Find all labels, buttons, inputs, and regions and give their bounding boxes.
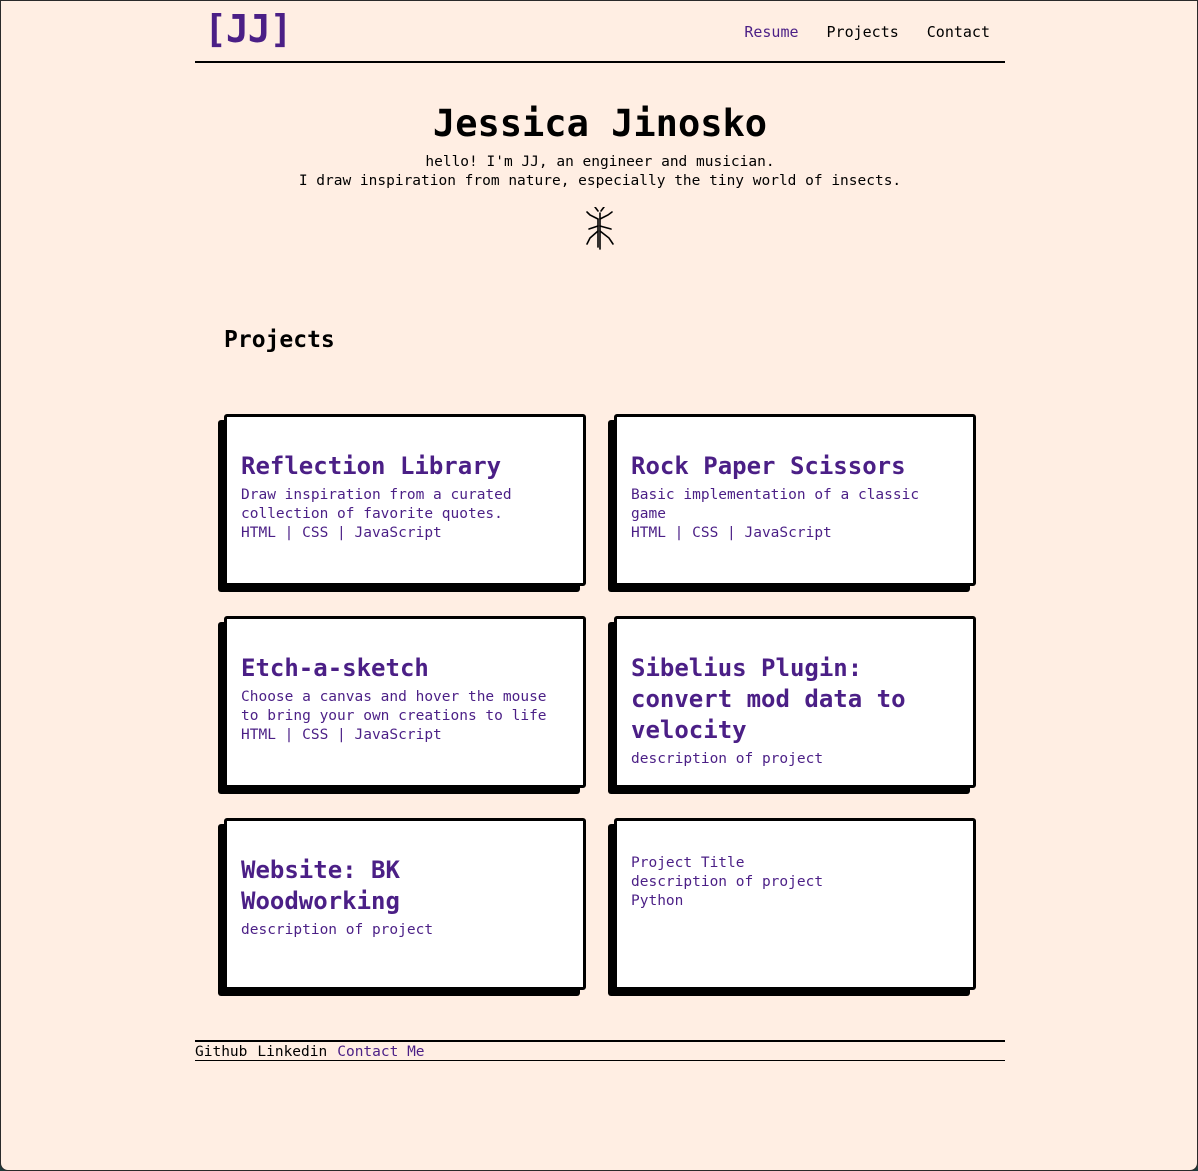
site-header: [JJ] Resume Projects Contact	[195, 1, 1005, 63]
project-tech: Python	[631, 893, 684, 909]
browser-window: [JJ] Resume Projects Contact Jessica Jin…	[0, 0, 1198, 1171]
project-tech: HTML | CSS | JavaScript	[241, 727, 442, 743]
intro-line-1: hello! I'm JJ, an engineer and musician.	[425, 154, 775, 170]
stick-insect-icon	[195, 207, 1005, 251]
nav-projects[interactable]: Projects	[827, 22, 899, 42]
hero-section: Jessica Jinosko hello! I'm JJ, an engine…	[195, 63, 1005, 251]
project-title: Etch-a-sketch	[241, 654, 429, 682]
project-description: description of project	[631, 874, 824, 890]
project-card-placeholder[interactable]: Project Title description of project Pyt…	[614, 818, 976, 990]
project-title: Project Title	[631, 855, 745, 871]
project-title: Rock Paper Scissors	[631, 452, 906, 480]
page-container: [JJ] Resume Projects Contact Jessica Jin…	[195, 1, 1005, 1061]
project-tech: HTML | CSS | JavaScript	[631, 525, 832, 541]
footer-github-link[interactable]: Github	[195, 1042, 247, 1060]
nav-resume[interactable]: Resume	[744, 22, 798, 42]
intro-line-2: I draw inspiration from nature, especial…	[298, 173, 902, 189]
project-description: description of project	[241, 922, 434, 938]
intro-text: hello! I'm JJ, an engineer and musician.…	[195, 153, 1005, 191]
project-description: Draw inspiration from a curated collecti…	[241, 487, 512, 522]
footer-linkedin-link[interactable]: Linkedin	[257, 1042, 327, 1060]
project-description: Choose a canvas and hover the mouse to b…	[241, 689, 547, 724]
site-logo[interactable]: [JJ]	[204, 7, 293, 51]
project-title: Sibelius Plugin: convert mod data to vel…	[631, 654, 906, 744]
projects-heading: Projects	[224, 327, 335, 353]
page-title: Jessica Jinosko	[432, 102, 768, 145]
project-card-etch-a-sketch[interactable]: Etch-a-sketch Choose a canvas and hover …	[224, 616, 586, 788]
projects-grid: Reflection Library Draw inspiration from…	[224, 414, 976, 990]
project-card-rock-paper-scissors[interactable]: Rock Paper Scissors Basic implementation…	[614, 414, 976, 586]
project-card-reflection-library[interactable]: Reflection Library Draw inspiration from…	[224, 414, 586, 586]
nav-contact[interactable]: Contact	[927, 22, 990, 42]
footer-contact-link[interactable]: Contact Me	[337, 1042, 424, 1060]
project-description: Basic implementation of a classic game	[631, 487, 920, 522]
main-nav: Resume Projects Contact	[744, 22, 990, 42]
project-card-bk-woodworking[interactable]: Website: BK Woodworking description of p…	[224, 818, 586, 990]
project-title: Reflection Library	[241, 452, 502, 480]
project-title: Website: BK Woodworking	[241, 856, 400, 915]
project-card-sibelius-plugin[interactable]: Sibelius Plugin: convert mod data to vel…	[614, 616, 976, 788]
site-footer: Github Linkedin Contact Me	[195, 1040, 1005, 1061]
project-description: description of project	[631, 751, 824, 767]
project-tech: HTML | CSS | JavaScript	[241, 525, 442, 541]
